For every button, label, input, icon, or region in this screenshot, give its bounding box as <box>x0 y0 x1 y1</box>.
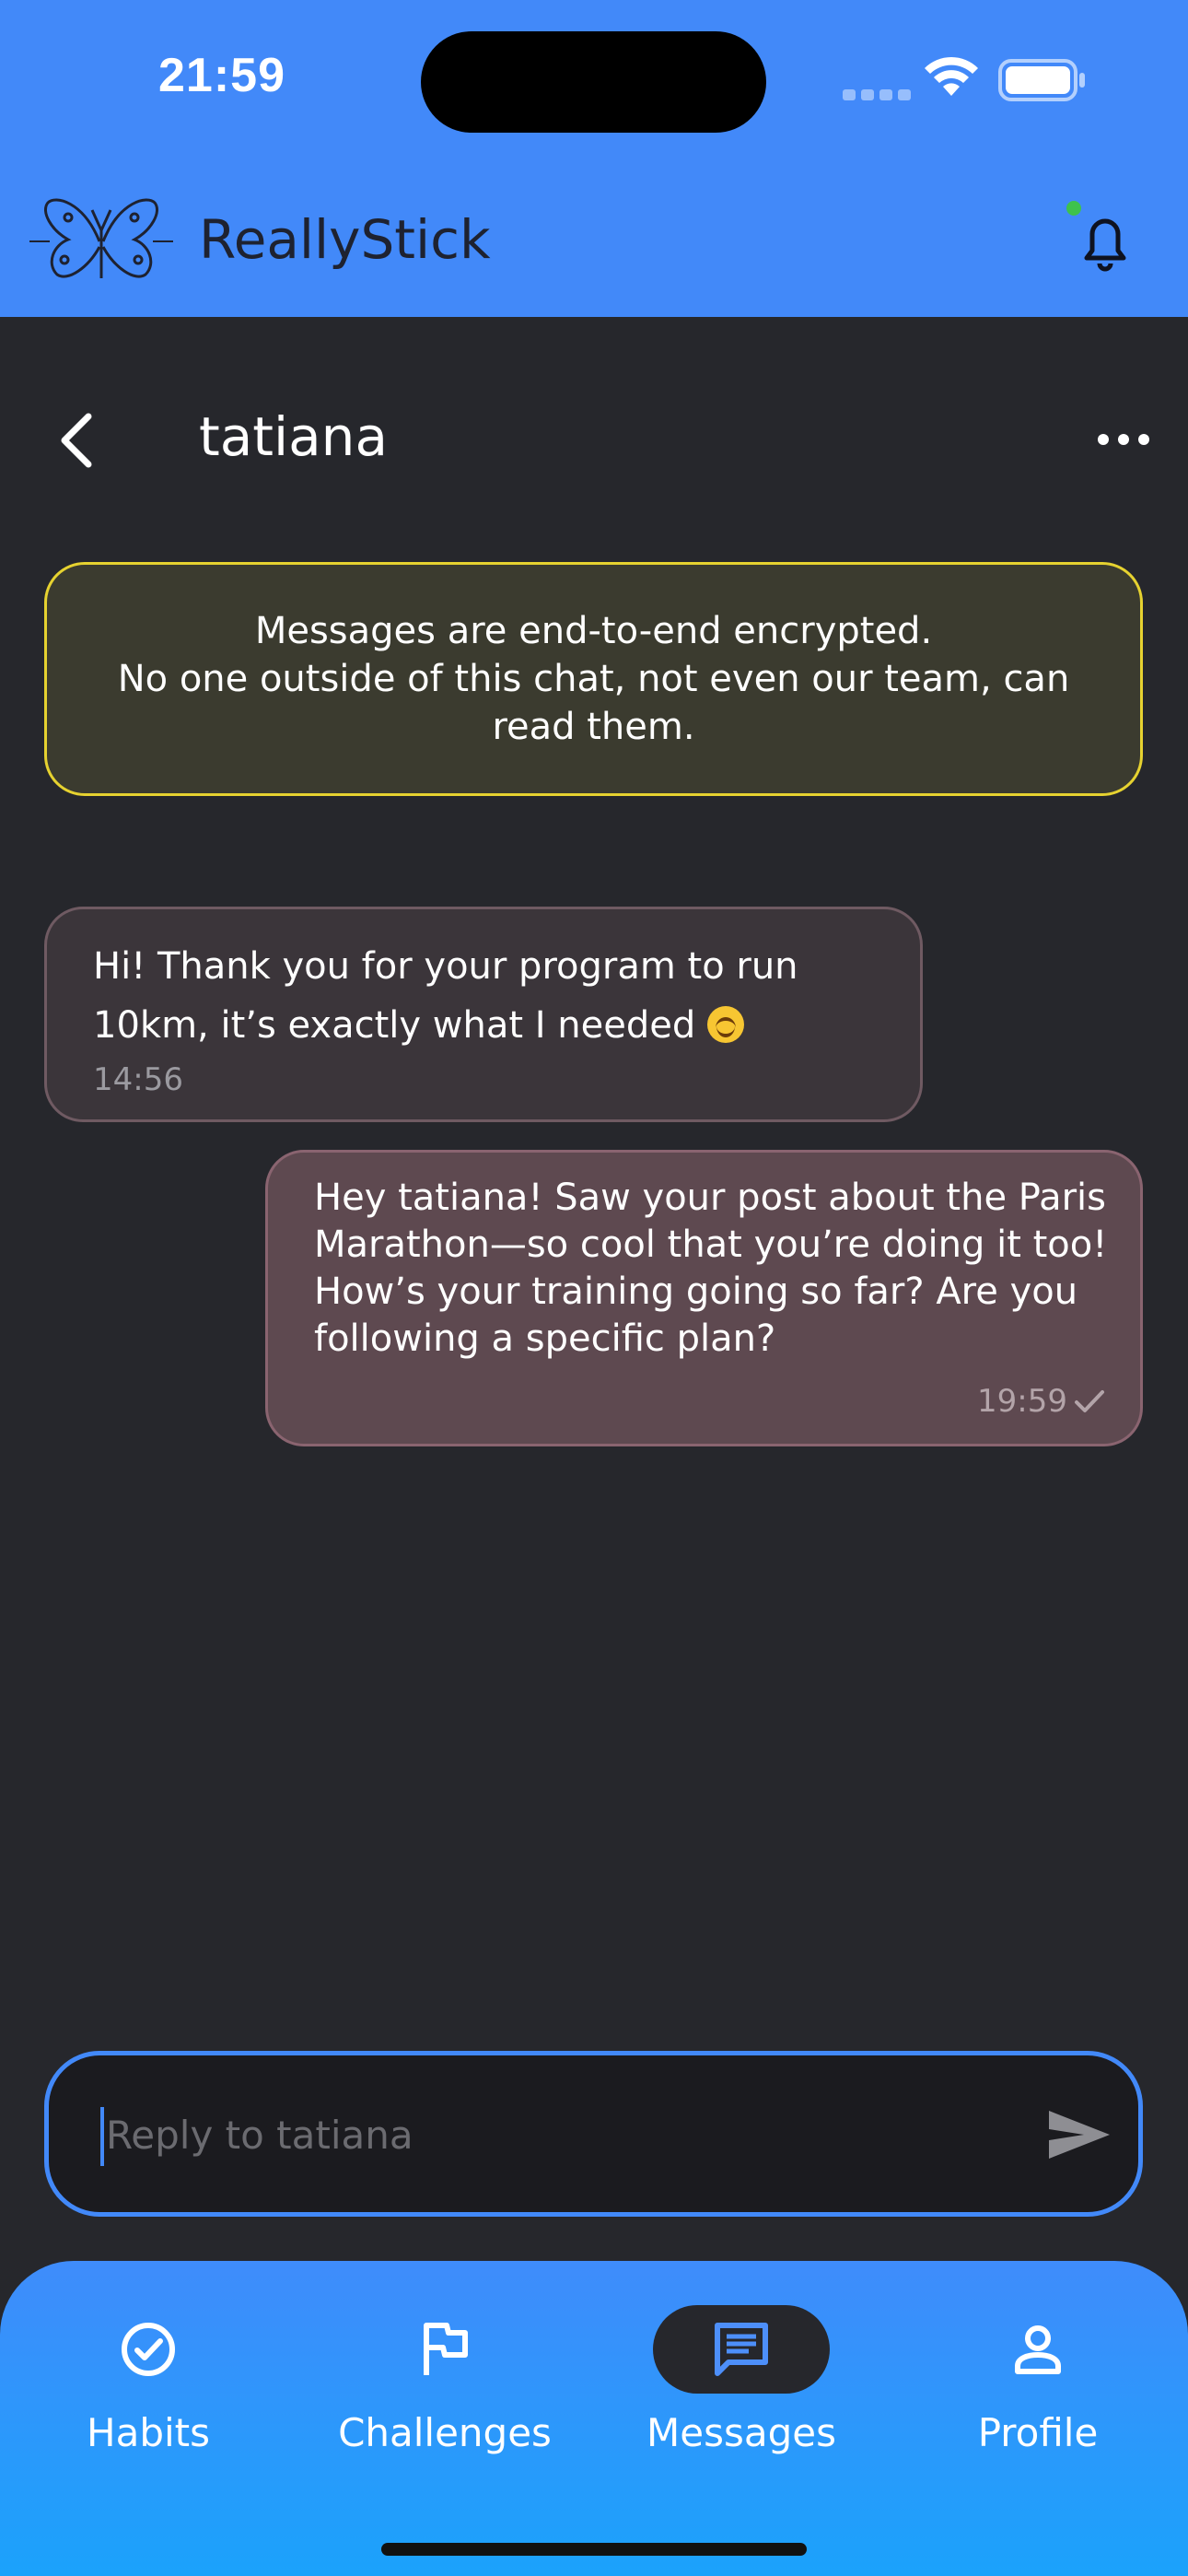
home-indicator[interactable] <box>381 2543 807 2556</box>
incoming-message-bubble[interactable]: Hi! Thank you for your program to run 10… <box>44 907 923 1122</box>
message-time: 14:56 <box>93 1061 183 1098</box>
notice-line: No one outside of this chat, not even ou… <box>117 658 1070 700</box>
app-title: ReallyStick <box>199 208 491 271</box>
chat-screen: 21:59 ReallyStick tatiana Messages are e… <box>0 0 1188 2576</box>
notice-line: read them. <box>492 706 695 748</box>
nav-label: Messages <box>646 2410 836 2455</box>
nav-item-habits[interactable]: Habits <box>0 2305 297 2489</box>
message-icon <box>715 2323 768 2376</box>
battery-icon <box>998 59 1085 101</box>
nav-item-profile[interactable]: Profile <box>890 2305 1186 2489</box>
nav-label: Challenges <box>338 2410 552 2455</box>
chat-contact-name: tatiana <box>199 405 388 468</box>
person-icon <box>1015 2325 1061 2374</box>
text-caret <box>100 2107 104 2166</box>
encryption-notice: Messages are end-to-end encrypted. No on… <box>44 562 1143 796</box>
nav-label: Profile <box>977 2410 1099 2455</box>
message-text-line: Hi! Thank you for your program to run <box>93 945 798 988</box>
back-chevron-icon[interactable] <box>55 409 99 472</box>
reply-input[interactable]: Reply to tatiana <box>44 2051 1143 2217</box>
flag-icon <box>424 2323 468 2375</box>
wifi-icon <box>925 56 978 96</box>
message-text: Hi! Thank you for your program to run 10… <box>93 937 885 1055</box>
message-time-row: 19:59 <box>977 1383 1106 1420</box>
dynamic-island <box>421 31 766 133</box>
cellular-signal-icon <box>843 87 916 104</box>
more-options-icon[interactable] <box>1096 426 1151 453</box>
send-icon[interactable] <box>1047 2107 1112 2162</box>
message-text-line: 10km, it’s exactly what I needed <box>93 996 885 1055</box>
check-circle-icon <box>122 2323 175 2376</box>
bottom-navigation: Habits Challenges Messages Profile <box>0 2261 1188 2576</box>
status-time: 21:59 <box>158 49 285 102</box>
notice-line: Messages are end-to-end encrypted. <box>254 610 933 652</box>
nav-icon-container-active <box>653 2305 830 2394</box>
smiling-emoji-icon <box>706 1006 744 1043</box>
notification-bell-icon[interactable] <box>1072 208 1138 275</box>
sent-checkmark-icon <box>1074 1390 1104 1412</box>
app-header: 21:59 ReallyStick <box>0 0 1188 317</box>
reply-placeholder: Reply to tatiana <box>106 2113 413 2158</box>
message-text: Hey tatiana! Saw your post about the Par… <box>314 1177 1108 1360</box>
message-time: 19:59 <box>977 1383 1067 1420</box>
butterfly-logo-icon <box>29 198 173 278</box>
outgoing-message-bubble[interactable]: Hey tatiana! Saw your post about the Par… <box>265 1150 1143 1446</box>
nav-icon-container <box>356 2305 533 2394</box>
nav-icon-container <box>949 2305 1126 2394</box>
nav-label: Habits <box>87 2410 210 2455</box>
nav-icon-container <box>60 2305 237 2394</box>
nav-item-messages[interactable]: Messages <box>593 2305 890 2489</box>
nav-item-challenges[interactable]: Challenges <box>297 2305 593 2489</box>
